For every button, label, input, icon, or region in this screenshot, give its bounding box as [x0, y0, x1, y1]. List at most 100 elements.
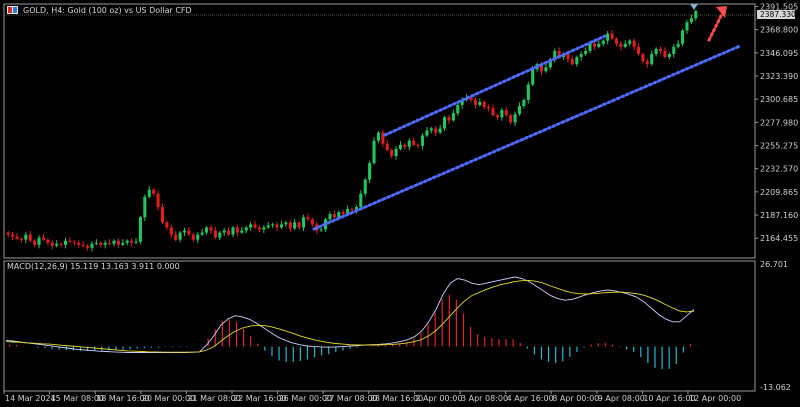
channel-upper-line[interactable]: [383, 34, 607, 137]
candle-body: [125, 240, 129, 243]
candle-body: [509, 115, 513, 123]
candle-body: [187, 230, 191, 235]
price-tick-label: 2255.275: [760, 142, 798, 151]
symbol-menu-icon[interactable]: [7, 6, 18, 14]
candle-body: [403, 144, 407, 147]
candle-body: [108, 242, 112, 244]
candle-body: [85, 245, 90, 248]
candle-body: [205, 227, 209, 233]
candle-body: [24, 234, 28, 240]
candle-body: [689, 18, 693, 23]
candle-body: [112, 240, 116, 244]
candle-body: [33, 240, 37, 245]
candle-body: [253, 224, 257, 228]
candle-body: [350, 209, 354, 211]
candle-body: [372, 140, 376, 164]
macd-tick-label: -13.062: [760, 383, 791, 392]
price-tick-label: 2300.685: [760, 95, 798, 104]
candle-body: [667, 53, 671, 58]
candle-body: [614, 38, 619, 44]
candle-body: [200, 232, 204, 235]
candle-body: [28, 234, 32, 241]
candle-body: [121, 242, 125, 245]
candle-body: [429, 128, 433, 131]
candle-body: [425, 130, 429, 136]
projection-arrow-line[interactable]: [707, 12, 724, 42]
candle-body: [41, 237, 46, 240]
candle-body: [491, 108, 495, 116]
candle-body: [244, 227, 248, 231]
signal-line: [5, 279, 695, 353]
candle-body: [663, 50, 667, 58]
candle-body: [610, 33, 614, 39]
candle-body: [235, 227, 239, 233]
price-tick-label: 2277.980: [760, 118, 798, 127]
price-tick-label: 2346.095: [760, 49, 798, 58]
candle-body: [407, 140, 411, 147]
candle-body: [412, 140, 416, 145]
time-tick-label: 8 Apr 00:00: [552, 394, 599, 403]
candle-body: [517, 106, 522, 115]
candle-body: [606, 33, 610, 41]
candle-body: [178, 232, 182, 240]
candle-body: [473, 99, 477, 105]
candle-body: [103, 242, 107, 245]
candle-body: [447, 117, 451, 121]
candle-body: [182, 230, 187, 233]
candle-body: [271, 224, 275, 226]
candle-body: [77, 242, 81, 245]
candle-body: [328, 214, 332, 220]
candle-body: [451, 113, 455, 121]
macd-panel-frame: [3, 260, 756, 392]
price-tick-label: 2187.160: [760, 211, 798, 220]
candle-body: [15, 236, 19, 239]
candle-body: [68, 240, 72, 242]
candle-body: [262, 227, 266, 230]
candle-body: [11, 234, 15, 237]
macd-tick-label: 26.701: [760, 260, 788, 269]
candle-body: [99, 242, 103, 245]
candle-body: [231, 227, 235, 235]
candle-body: [174, 234, 178, 240]
candle-body: [566, 53, 570, 60]
candle-body: [456, 104, 460, 114]
candle-body: [249, 224, 253, 228]
macd-histogram: [8, 294, 692, 370]
candle-body: [676, 43, 680, 47]
chart-shift-marker-icon[interactable]: [690, 4, 698, 10]
candle-body: [394, 148, 398, 157]
price-tick-label: 2232.570: [760, 165, 798, 174]
current-price-value: 2387.330: [760, 10, 796, 19]
candle-body: [526, 84, 530, 100]
candle-body: [301, 217, 306, 228]
candle-body: [81, 244, 85, 246]
candle-body: [138, 217, 142, 242]
candle-body: [196, 234, 200, 240]
candle-body: [685, 22, 689, 31]
candle-body: [623, 43, 627, 47]
macd-label: MACD(12,26,9) 15.119 13.163 3.911 0.000: [7, 262, 180, 271]
candle-body: [337, 212, 341, 218]
candle-body: [478, 101, 482, 105]
candle-body: [487, 107, 491, 109]
candle-body: [160, 207, 165, 223]
candle-body: [341, 212, 345, 215]
candle-body: [130, 240, 134, 243]
candle-body: [19, 238, 23, 240]
candle-body: [152, 189, 156, 194]
candle-body: [482, 101, 486, 108]
candle-body: [279, 224, 284, 228]
candle-body: [592, 43, 596, 47]
time-tick-label: 12 Apr 00:00: [689, 394, 741, 403]
candle-body: [116, 240, 120, 245]
candle-body: [359, 193, 363, 208]
candle-body: [416, 144, 420, 146]
candle-body: [500, 110, 504, 118]
price-tick-label: 2164.455: [760, 234, 798, 243]
candle-body: [672, 46, 676, 54]
candle-body: [288, 222, 292, 229]
macd-line: [5, 276, 695, 353]
candle-body: [165, 222, 169, 228]
candles: [6, 9, 698, 252]
candle-body: [579, 53, 583, 58]
